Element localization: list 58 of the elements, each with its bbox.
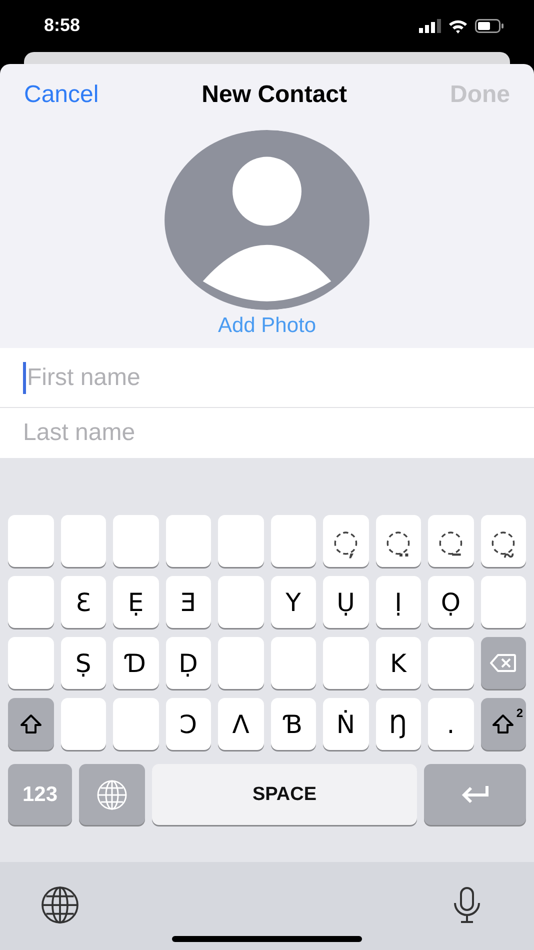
letter-key[interactable]: Ɔ (166, 698, 211, 750)
letter-key[interactable]: Ɗ (113, 637, 158, 689)
letter-key[interactable]: Ɓ (270, 698, 316, 750)
globe-icon (96, 778, 128, 810)
letter-key[interactable]: . (428, 698, 474, 750)
letter-key[interactable]: Ẹ (113, 576, 158, 628)
globe-key[interactable] (79, 764, 145, 825)
blank-key[interactable] (218, 515, 264, 567)
blank-key[interactable] (428, 637, 474, 689)
backspace-key[interactable] (480, 637, 526, 689)
return-icon (460, 784, 490, 806)
battery-icon (475, 19, 504, 33)
screen-title: New Contact (202, 81, 348, 109)
blank-key[interactable] (8, 515, 54, 567)
letter-key[interactable]: Ḍ (166, 637, 211, 689)
letter-key[interactable]: Ṅ (323, 698, 368, 750)
diacritic-key[interactable]: ◌̤ (376, 515, 421, 567)
letter-key[interactable]: Ǝ (166, 576, 211, 628)
blank-key[interactable] (60, 698, 106, 750)
blank-key[interactable] (218, 637, 264, 689)
blank-key[interactable] (113, 515, 158, 567)
letter-key[interactable]: Ɛ (60, 576, 106, 628)
letter-key[interactable]: Y (270, 576, 316, 628)
blank-key[interactable] (270, 637, 316, 689)
letter-key[interactable]: K (376, 637, 421, 689)
blank-key[interactable] (8, 576, 54, 628)
return-key[interactable] (424, 764, 526, 825)
letter-key[interactable]: Ŋ (376, 698, 421, 750)
blank-key[interactable] (218, 576, 264, 628)
placeholder-text: Last name (23, 419, 136, 447)
shift-icon (492, 714, 514, 734)
diacritic-key[interactable]: ◌̱ (428, 515, 474, 567)
blank-key[interactable] (270, 515, 316, 567)
space-key[interactable]: SPACE (152, 764, 417, 825)
placeholder-text: First name (27, 364, 140, 392)
microphone-icon[interactable] (452, 886, 482, 924)
signal-icon (419, 19, 441, 33)
letter-key[interactable]: Ụ (323, 576, 368, 628)
diacritic-key[interactable]: ◌̰ (480, 515, 526, 567)
diacritic-key[interactable]: ◌̦ (323, 515, 368, 567)
blank-key[interactable] (113, 698, 158, 750)
blank-key[interactable] (323, 637, 368, 689)
cancel-button[interactable]: Cancel (24, 81, 99, 109)
shift-key[interactable]: 2 (480, 698, 526, 750)
wifi-icon (448, 18, 468, 34)
blank-key[interactable] (60, 515, 106, 567)
clock-time: 8:58 (44, 14, 82, 36)
globe-icon[interactable] (40, 885, 80, 925)
shift-icon (20, 714, 42, 734)
letter-key[interactable]: Ʌ (218, 698, 264, 750)
backspace-icon (490, 654, 516, 672)
letter-key[interactable]: Ṣ (60, 637, 106, 689)
blank-key[interactable] (166, 515, 211, 567)
letter-key[interactable]: Ọ (428, 576, 474, 628)
blank-key[interactable] (8, 637, 54, 689)
letter-key[interactable]: Ị (376, 576, 421, 628)
shift-key[interactable] (8, 698, 54, 750)
blank-key[interactable] (480, 576, 526, 628)
